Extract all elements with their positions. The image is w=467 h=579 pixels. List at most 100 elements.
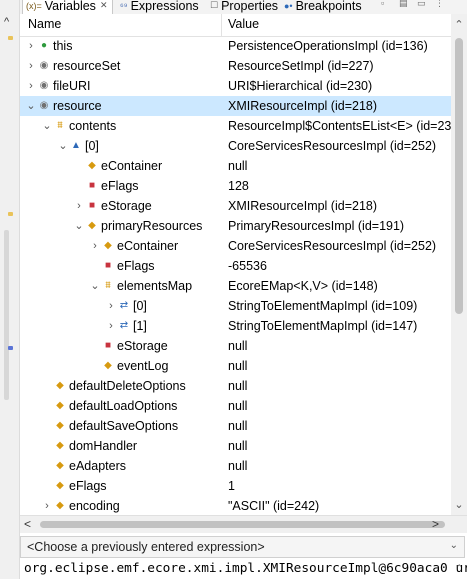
collapse-up-icon[interactable]: ^ (4, 16, 9, 28)
field-protected-icon: ◆ (56, 440, 64, 451)
variable-name: eAdapters (69, 459, 126, 473)
map-entry-icon: ⇄ (119, 320, 129, 331)
variable-value: ResourceImpl$ContentsEList<E> (id=235) (228, 119, 451, 133)
field-protected-icon: ◆ (104, 360, 112, 371)
field-private-icon: ■ (88, 200, 96, 211)
field-protected-list-icon: ⩩ (105, 280, 111, 291)
variable-name: eFlags (69, 479, 107, 493)
variable-name: resourceSet (53, 59, 121, 73)
variable-name: eContainer (117, 239, 179, 253)
tree-row[interactable]: › ◆ eContainer CoreServicesResourcesImpl (i… (20, 236, 451, 256)
chevron-right-icon[interactable]: › (42, 496, 52, 515)
tree-row[interactable]: › ■ eStorage XMIResourceImpl (id=218) (20, 196, 451, 216)
field-protected-icon: ◆ (88, 220, 96, 231)
collapse-all-icon[interactable]: ▤ (399, 0, 411, 8)
tree-row[interactable]: › ◉ resourceSet ResourceSetImpl (id=227) (20, 56, 451, 76)
chevron-down-icon[interactable]: ⌄ (450, 540, 458, 551)
field-protected-icon: ◆ (56, 500, 64, 511)
tab-label: Breakpoints (295, 0, 362, 13)
tree-row[interactable]: ■ eFlags -65536 (20, 256, 451, 276)
variable-name: contents (69, 119, 117, 133)
tree-row[interactable]: ◆ eFlags 1 (20, 476, 451, 496)
variable-value: PrimaryResourcesImpl (id=191) (228, 219, 405, 233)
field-protected-icon: ◆ (56, 420, 64, 431)
tab-expressions[interactable]: ⁶⁹ Expressions (120, 0, 199, 14)
vertical-scroll-thumb[interactable] (455, 38, 463, 314)
chevron-right-icon[interactable]: › (90, 236, 100, 256)
column-divider[interactable] (221, 14, 222, 36)
scroll-up-icon[interactable]: ⌃ (455, 563, 463, 574)
chevron-right-icon[interactable]: › (106, 316, 116, 336)
chevron-right-icon[interactable]: › (26, 56, 36, 76)
variable-value: null (228, 159, 248, 173)
scroll-right-icon[interactable]: > (432, 517, 439, 531)
tree-row[interactable]: ■ eFlags 128 (20, 176, 451, 196)
variable-name: primaryResources (101, 219, 203, 233)
tree-row[interactable]: ◆ domHandler null (20, 436, 451, 456)
variable-name: eContainer (101, 159, 163, 173)
tree-row[interactable]: ⌄ ◆ primaryResources PrimaryResourcesImpl (… (20, 216, 451, 236)
minimize-icon[interactable]: ▭ (417, 0, 429, 8)
chevron-down-icon[interactable]: ⌄ (42, 116, 52, 136)
scroll-up-icon[interactable]: ⌃ (451, 18, 467, 31)
tab-label: Properties (221, 0, 279, 13)
horizontal-scrollbar[interactable]: < > (20, 515, 467, 533)
chevron-right-icon[interactable]: › (106, 296, 116, 316)
table-header: Name Value (20, 14, 451, 37)
tree-row[interactable]: ■ eStorage null (20, 336, 451, 356)
tree-row[interactable]: › ◉ fileURI URI$Hierarchical (id=230) (20, 76, 451, 96)
tree-row[interactable]: ◆ eAdapters null (20, 456, 451, 476)
field-default-icon: ◉ (39, 60, 49, 71)
chevron-down-icon[interactable]: ⌄ (90, 276, 100, 296)
scroll-down-icon[interactable]: ⌄ (451, 498, 467, 511)
close-icon[interactable]: ✕ (100, 0, 108, 11)
tree-row[interactable]: ⌄ ◉ resource XMIResourceImpl (id=218) (20, 96, 451, 116)
show-type-names-icon[interactable]: ▫ (381, 0, 393, 8)
chevron-down-icon[interactable]: ⌄ (74, 216, 84, 236)
tab-properties[interactable]: ☐ Properties (210, 0, 278, 14)
chevron-right-icon[interactable]: › (26, 36, 36, 56)
gutter-scrollbar[interactable] (4, 230, 9, 400)
variable-value: PersistenceOperationsImpl (id=136) (228, 39, 428, 53)
variable-value: null (228, 379, 248, 393)
horizontal-scroll-thumb[interactable] (40, 521, 445, 528)
tree-row[interactable]: › ◆ encoding "ASCII" (id=242) (20, 496, 451, 515)
tree-row[interactable]: › ⇄ [0] StringToElementMapImpl (id=109) (20, 296, 451, 316)
column-header-value[interactable]: Value (228, 17, 259, 31)
tree-row[interactable]: › ⇄ [1] StringToElementMapImpl (id=147) (20, 316, 451, 336)
tree-row[interactable]: ⌄ ⩩ elementsMap EcoreEMap<K,V> (id=148) (20, 276, 451, 296)
variable-value: null (228, 459, 248, 473)
tab-variables[interactable]: (x)= Variables ✕ (22, 0, 114, 14)
field-protected-icon: ◆ (104, 240, 112, 251)
variable-name: domHandler (69, 439, 138, 453)
tree-row[interactable]: ◆ defaultLoadOptions null (20, 396, 451, 416)
field-protected-icon: ◆ (56, 400, 64, 411)
column-header-name[interactable]: Name (28, 17, 61, 31)
marker-icon (8, 36, 13, 40)
variable-value: null (228, 399, 248, 413)
chevron-down-icon[interactable]: ⌄ (58, 136, 68, 156)
expressions-icon: ⁶⁹ (120, 0, 128, 11)
details-pane[interactable]: org.eclipse.emf.ecore.xmi.impl.XMIResour… (20, 560, 467, 579)
tree-row[interactable]: › ● this PersistenceOperationsImpl (id=136) (20, 36, 451, 56)
chevron-right-icon[interactable]: › (74, 196, 84, 216)
variable-name: this (53, 39, 73, 53)
tree-row[interactable]: ◆ defaultDeleteOptions null (20, 376, 451, 396)
view-menu-icon[interactable]: ⋮ (435, 0, 447, 8)
chevron-right-icon[interactable]: › (26, 76, 36, 96)
expression-combo[interactable]: <Choose a previously entered expression>… (20, 536, 465, 558)
variable-name: defaultSaveOptions (69, 419, 179, 433)
tab-breakpoints[interactable]: ●• Breakpoints (284, 0, 362, 14)
tree-row[interactable]: ⌄ ⩩ contents ResourceImpl$ContentsEList<E> … (20, 116, 451, 136)
variable-value: null (228, 359, 248, 373)
chevron-down-icon[interactable]: ⌄ (26, 96, 36, 116)
tree-row[interactable]: ◆ eContainer null (20, 156, 451, 176)
tree-row[interactable]: ⌄ ▲ [0] CoreServicesResourcesImpl (id=252) (20, 136, 451, 156)
tree-row[interactable]: ◆ defaultSaveOptions null (20, 416, 451, 436)
vertical-scrollbar[interactable]: ⌃ ⌄ (451, 14, 467, 515)
scroll-left-icon[interactable]: < (24, 517, 31, 531)
variable-name: encoding (69, 499, 120, 513)
variable-value: -65536 (228, 259, 267, 273)
variable-name: [1] (133, 319, 147, 333)
tree-row[interactable]: ◆ eventLog null (20, 356, 451, 376)
